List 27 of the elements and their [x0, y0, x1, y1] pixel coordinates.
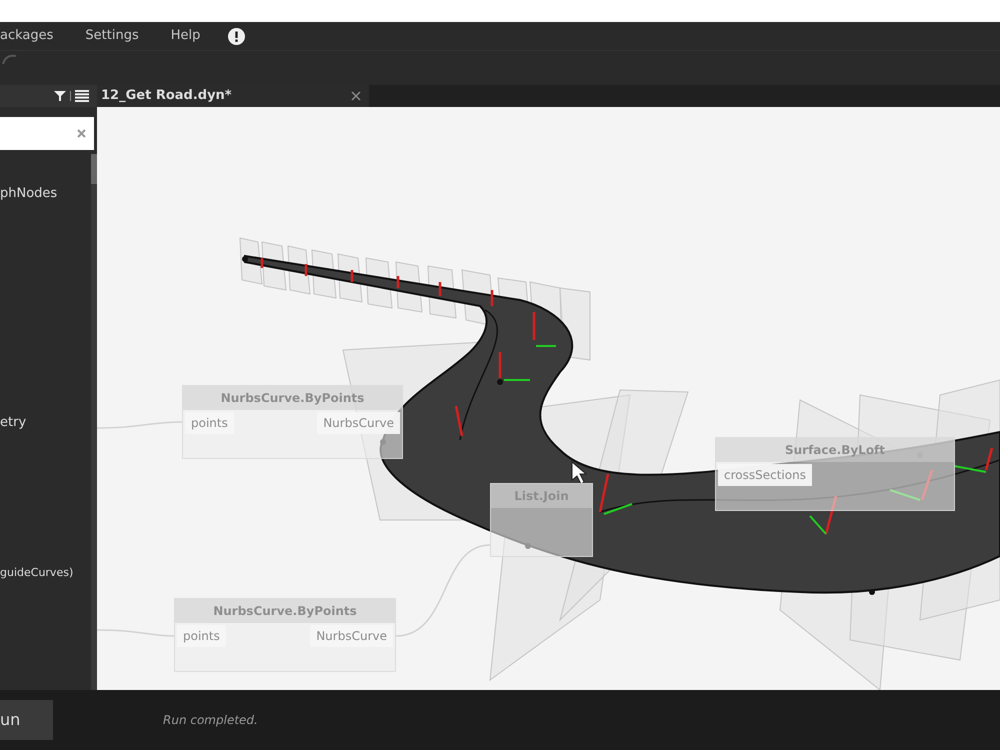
list-view-icon[interactable]	[75, 90, 89, 102]
filter-icon[interactable]	[54, 90, 66, 102]
run-button[interactable]: un	[0, 700, 53, 740]
graph-node[interactable]: Surface.ByLoft crossSections	[715, 437, 955, 511]
output-port[interactable]: NurbsCurve	[310, 625, 393, 647]
library-item[interactable]: guideCurves)	[0, 565, 74, 582]
clear-icon[interactable]	[77, 129, 86, 138]
input-port[interactable]: crossSections	[718, 464, 812, 486]
scroll-thumb[interactable]	[91, 154, 97, 184]
menu-item[interactable]: ackages	[0, 26, 76, 46]
document-tab[interactable]: 12_Get Road.dyn*	[97, 85, 369, 107]
node-title: Surface.ByLoft	[716, 438, 954, 462]
output-port[interactable]: NurbsCurve	[317, 412, 400, 434]
menu-item[interactable]: Help	[170, 26, 222, 46]
graph-node[interactable]: NurbsCurve.ByPoints points NurbsCurve	[182, 385, 403, 459]
input-port[interactable]: points	[177, 625, 226, 647]
alert-icon[interactable]	[228, 28, 246, 44]
graph-node[interactable]: NurbsCurve.ByPoints points NurbsCurve	[174, 598, 396, 672]
close-icon[interactable]	[351, 91, 361, 101]
node-title: NurbsCurve.ByPoints	[175, 599, 395, 623]
input-port[interactable]: points	[185, 412, 234, 434]
search-field[interactable]	[0, 117, 94, 150]
node-title: NurbsCurve.ByPoints	[183, 386, 402, 410]
library-item[interactable]: phNodes	[0, 184, 58, 204]
menu-item[interactable]: Settings	[85, 26, 161, 46]
library-item[interactable]: etry	[0, 413, 26, 432]
status-message: Run completed.	[163, 712, 258, 729]
